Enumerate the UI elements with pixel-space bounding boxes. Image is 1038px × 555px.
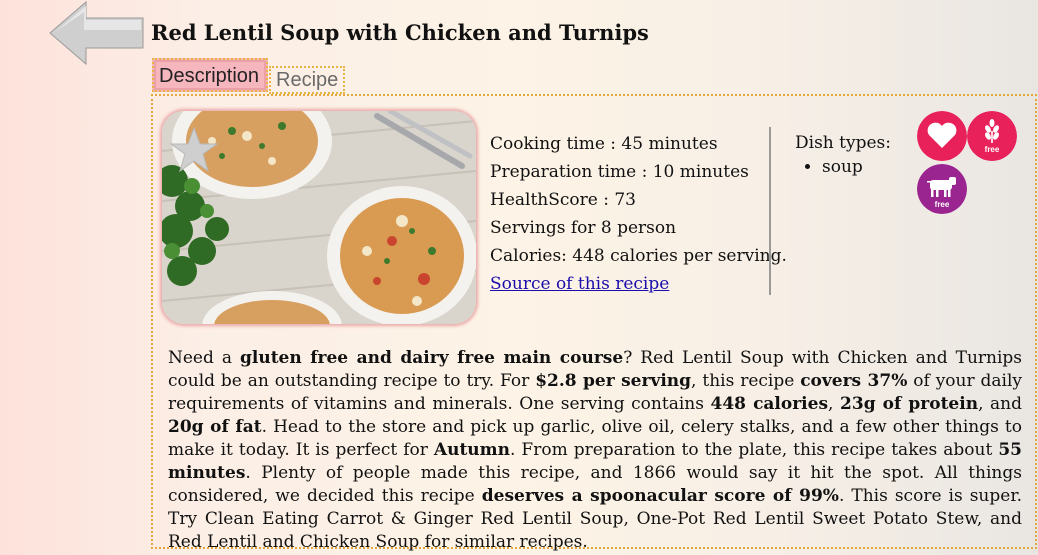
- gluten-free-icon: free: [967, 111, 1017, 161]
- servings: Servings for 8 person: [490, 218, 677, 238]
- cooking-time: Cooking time : 45 minutes: [490, 134, 718, 154]
- recipe-facts: Cooking time : 45 minutes Preparation ti…: [490, 130, 787, 298]
- dish-types: Dish types: soup: [795, 131, 891, 179]
- tab-description[interactable]: Description: [152, 58, 268, 92]
- health-score: HealthScore : 73: [490, 190, 636, 210]
- back-arrow-icon[interactable]: [48, 0, 148, 66]
- recipe-summary: Need a gluten free and dairy free main c…: [168, 348, 1023, 552]
- source-link[interactable]: Source of this recipe: [490, 274, 669, 294]
- preparation-time: Preparation time : 10 minutes: [490, 162, 749, 182]
- page-title: Red Lentil Soup with Chicken and Turnips: [151, 20, 649, 45]
- gluten-free-label: free: [985, 145, 1000, 154]
- favorite-star-icon[interactable]: [168, 125, 220, 177]
- dairy-free-icon: free: [917, 164, 967, 214]
- calories: Calories: 448 calories per serving.: [490, 246, 787, 266]
- tab-recipe[interactable]: Recipe: [269, 66, 345, 94]
- dish-type-item: soup: [822, 155, 891, 179]
- dish-types-label: Dish types:: [795, 133, 891, 153]
- healthy-heart-icon: [917, 111, 967, 161]
- dairy-free-label: free: [935, 200, 950, 209]
- vertical-divider: [769, 127, 771, 295]
